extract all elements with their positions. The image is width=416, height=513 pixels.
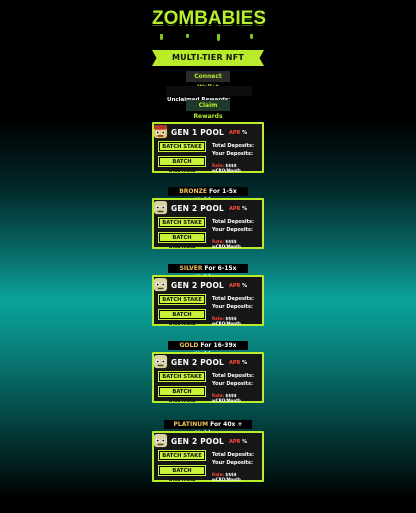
drip-decoration	[186, 34, 189, 38]
total-deposits-label: Total Deposits:	[212, 452, 255, 458]
total-deposits-label: Total Deposits:	[212, 143, 255, 149]
apr-value: APR %	[229, 130, 248, 136]
zombie-baby-avatar-icon	[153, 354, 168, 369]
drip-decoration	[160, 34, 163, 40]
batch-unstake-button[interactable]: BATCH UNSTAKE	[159, 466, 205, 483]
your-deposits-label: Your Deposits:	[212, 151, 253, 157]
total-deposits-label: Total Deposits:	[212, 219, 255, 225]
tier-label-platinum: PLATINUM For 40x + Holders	[164, 420, 252, 437]
reward-rate: Rate: $$$$ wCRO/Month	[212, 472, 241, 482]
apr-value: APR %	[229, 360, 248, 366]
page-title-banner: MULTI-TIER NFT STAKING	[152, 50, 264, 66]
batch-unstake-button[interactable]: BATCH UNSTAKE	[159, 387, 205, 404]
connect-wallet-button[interactable]: Connect Wallet	[186, 71, 230, 91]
logo: ZOMBABIES	[146, 8, 272, 41]
reward-rate: Rate: $$$$ wCRO/Month	[212, 393, 241, 403]
total-deposits-label: Total Deposits:	[212, 296, 255, 302]
pool-title: GEN 2 POOL	[171, 358, 225, 367]
claim-rewards-button[interactable]: Claim Rewards	[186, 100, 230, 120]
zombie-baby-avatar-icon	[153, 433, 168, 448]
tier-label-gold: GOLD For 16-39x Holders	[168, 341, 248, 358]
your-deposits-label: Your Deposits:	[212, 460, 253, 466]
batch-stake-button[interactable]: BATCH STAKE	[159, 295, 205, 304]
pool-title: GEN 2 POOL	[171, 437, 225, 446]
apr-value: APR %	[229, 206, 248, 212]
batch-stake-button[interactable]: BATCH STAKE	[159, 218, 205, 227]
logo-text: ZOMBABIES	[152, 8, 266, 29]
pool-title: GEN 1 POOL	[171, 128, 225, 137]
apr-value: APR %	[229, 439, 248, 445]
zombie-baby-avatar-icon	[153, 277, 168, 292]
batch-unstake-button[interactable]: BATCH UNSTAKE	[159, 233, 205, 250]
batch-stake-button[interactable]: BATCH STAKE	[159, 142, 205, 151]
pool-title: GEN 2 POOL	[171, 281, 225, 290]
tier-label-silver: SILVER For 6-15x Holders	[168, 264, 248, 281]
pool-card-gold: GEN 2 POOL APR % BATCH STAKE BATCH UNSTA…	[152, 352, 264, 404]
pool-card-platinum: GEN 2 POOL APR % BATCH STAKE BATCH UNSTA…	[152, 431, 264, 483]
zombie-baby-avatar-icon	[153, 200, 168, 215]
zombie-baby-avatar-icon	[153, 124, 168, 139]
pool-card-silver: GEN 2 POOL APR % BATCH STAKE BATCH UNSTA…	[152, 275, 264, 327]
apr-value: APR %	[229, 283, 248, 289]
drip-decoration	[217, 34, 220, 41]
drip-decoration	[250, 34, 253, 39]
batch-unstake-button[interactable]: BATCH UNSTAKE	[159, 157, 205, 174]
pool-title: GEN 2 POOL	[171, 204, 225, 213]
batch-stake-button[interactable]: BATCH STAKE	[159, 451, 205, 460]
batch-unstake-button[interactable]: BATCH UNSTAKE	[159, 310, 205, 327]
reward-rate: Rate: $$$$ wCRO/Month	[212, 163, 241, 173]
pool-card-gen1: GEN 1 POOL APR % BATCH STAKE BATCH UNSTA…	[152, 122, 264, 174]
total-deposits-label: Total Deposits:	[212, 373, 255, 379]
batch-stake-button[interactable]: BATCH STAKE	[159, 372, 205, 381]
your-deposits-label: Your Deposits:	[212, 227, 253, 233]
pool-card-bronze: GEN 2 POOL APR % BATCH STAKE BATCH UNSTA…	[152, 198, 264, 250]
reward-rate: Rate: $$$$ wCRO/Month	[212, 239, 241, 249]
your-deposits-label: Your Deposits:	[212, 381, 253, 387]
your-deposits-label: Your Deposits:	[212, 304, 253, 310]
tier-label-bronze: BRONZE For 1-5x Holders	[168, 187, 248, 204]
unclaimed-rewards-field: Unclaimed Rewards:	[166, 86, 252, 103]
reward-rate: Rate: $$$$ wCRO/Month	[212, 316, 241, 326]
